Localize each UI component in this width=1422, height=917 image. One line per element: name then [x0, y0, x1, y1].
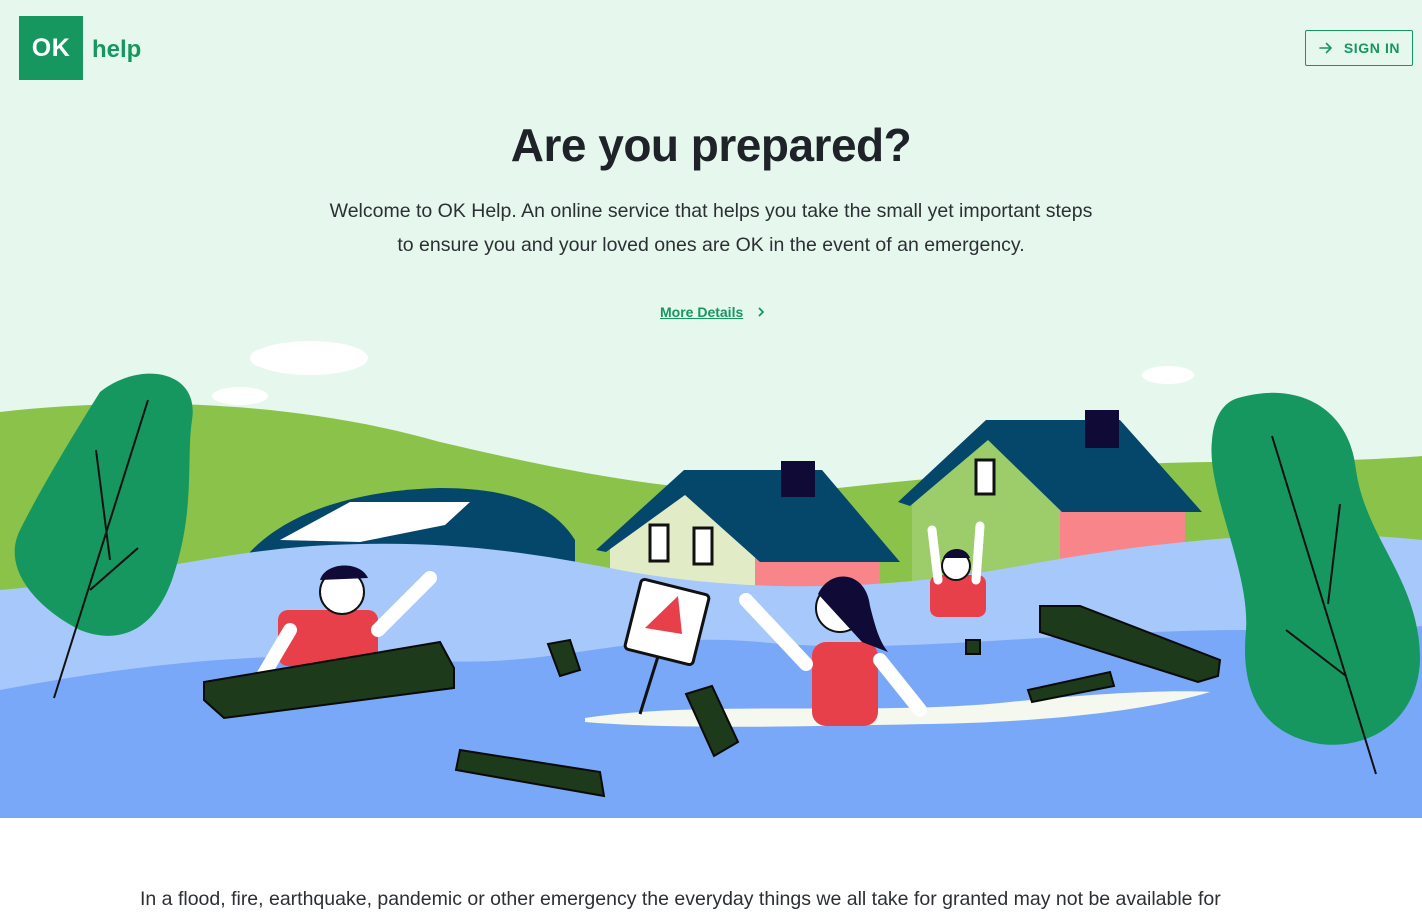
- page-title: Are you prepared?: [510, 119, 912, 171]
- intro-text: In a flood, fire, earthquake, pandemic o…: [140, 888, 1221, 910]
- arrow-right-icon: [1319, 42, 1332, 54]
- hero-subtitle-line-2: to ensure you and your loved ones are OK…: [397, 234, 1025, 256]
- more-details-label: More Details: [660, 304, 744, 320]
- hero-section: OK help SIGN IN Are you prepared? Welcom…: [0, 0, 1422, 818]
- sign-in-label: SIGN IN: [1343, 40, 1401, 56]
- more-details-link[interactable]: More Details: [660, 304, 767, 320]
- chevron-right-icon: [758, 307, 765, 317]
- flood-scene-illustration: [0, 341, 1422, 818]
- hero-subtitle-line-1: Welcome to OK Help. An online service th…: [329, 200, 1093, 222]
- logo-word: help: [92, 36, 142, 63]
- logo-link[interactable]: OK help: [19, 16, 141, 80]
- intro-section: In a flood, fire, earthquake, pandemic o…: [0, 818, 1422, 917]
- sign-in-button[interactable]: SIGN IN: [1305, 30, 1413, 66]
- logo-mark: OK: [19, 16, 83, 80]
- cloud-icon: [212, 341, 1194, 405]
